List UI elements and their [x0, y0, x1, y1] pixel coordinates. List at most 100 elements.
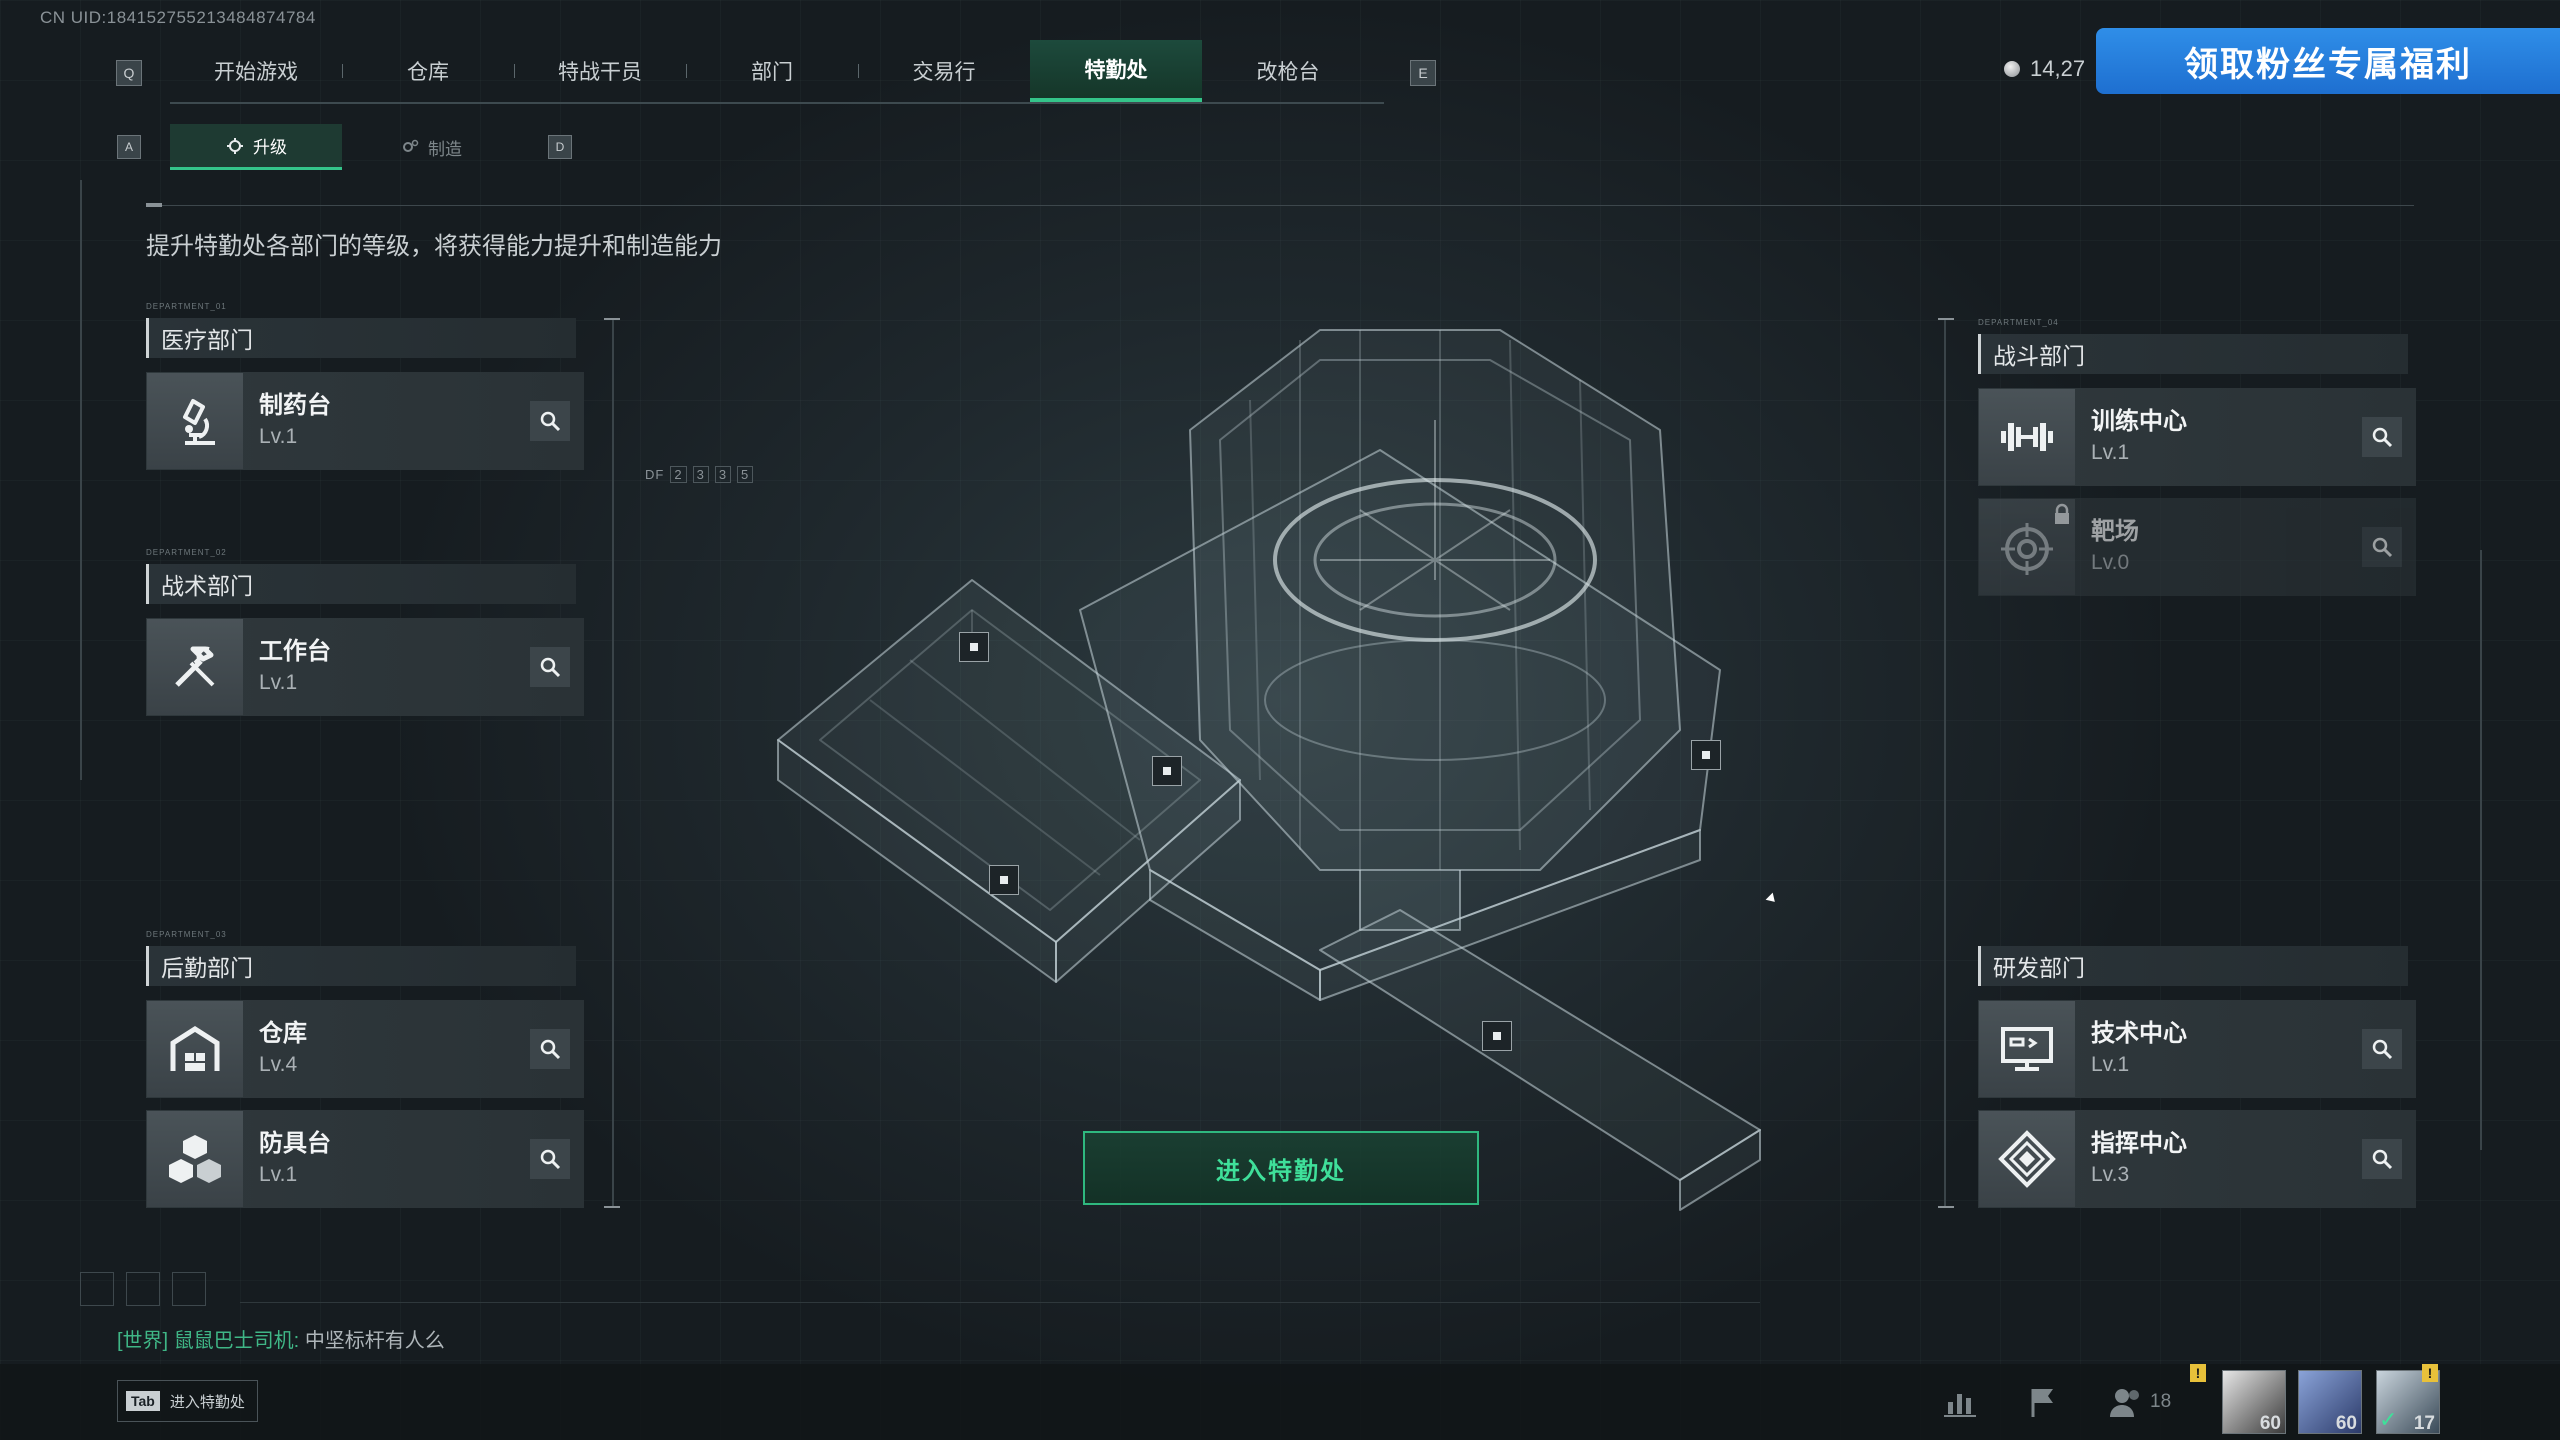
dept-tactical-title: 战术部门	[146, 564, 576, 604]
nav-prev-key[interactable]: Q	[116, 60, 142, 86]
tab-key: Tab	[126, 1391, 160, 1411]
dept-combat-tag: DEPARTMENT_04	[1978, 318, 2059, 327]
hammer-wrench-icon	[147, 619, 243, 715]
friends-button[interactable]: 18	[2108, 1380, 2198, 1424]
tab-shortcut-hint[interactable]: Tab 进入特勤处	[117, 1380, 258, 1422]
page-description: 提升特勤处各部门的等级，将获得能力提升和制造能力	[146, 233, 722, 260]
facility-workbench[interactable]: 工作台 Lv.1	[146, 618, 584, 716]
facility-tech-center[interactable]: 技术中心 Lv.1	[1978, 1000, 2416, 1098]
search-icon[interactable]	[530, 1139, 570, 1179]
tab-warehouse[interactable]: 仓库	[342, 40, 514, 102]
avatar-level: 60	[2335, 1413, 2357, 1434]
facility-name: 防具台	[259, 1130, 331, 1157]
flag-icon[interactable]	[2022, 1380, 2066, 1424]
warning-icon: !	[2422, 1364, 2438, 1382]
map-hotspot[interactable]	[1482, 1021, 1512, 1051]
world-chat-line[interactable]: [世界] 鼠鼠巴士司机: 中坚标杆有人么	[117, 1324, 445, 1353]
subtab-upgrade[interactable]: 升级	[170, 124, 342, 170]
facility-command-center[interactable]: 指挥中心 Lv.3	[1978, 1110, 2416, 1208]
stats-chart-icon[interactable]	[1938, 1380, 1982, 1424]
facility-level: Lv.1	[2091, 441, 2130, 464]
right-panel-line	[1944, 318, 1946, 1208]
check-icon: ✓	[2379, 1407, 2398, 1432]
facility-name: 训练中心	[2091, 408, 2187, 435]
facility-armor-bench[interactable]: 防具台 Lv.1	[146, 1110, 584, 1208]
squad-avatar-2[interactable]: 60	[2298, 1370, 2362, 1434]
right-bracket-bottom	[1938, 1206, 1954, 1208]
left-frame-line	[80, 180, 82, 780]
df-digit: 5	[737, 466, 754, 483]
promo-banner[interactable]: 领取粉丝专属福利	[2096, 28, 2560, 94]
map-hotspot[interactable]	[959, 632, 989, 662]
search-icon[interactable]	[2362, 1029, 2402, 1069]
map-hotspot[interactable]	[1152, 756, 1182, 786]
search-icon[interactable]	[2362, 417, 2402, 457]
base-wireframe-model	[777, 329, 1761, 1211]
player-uid: CN UID:184152755213484874784	[40, 8, 316, 27]
facility-warehouse[interactable]: 仓库 Lv.4	[146, 1000, 584, 1098]
tab-department[interactable]: 部门	[686, 40, 858, 102]
df-label: DF	[645, 467, 665, 482]
chat-message: 中坚标杆有人么	[304, 1330, 445, 1352]
df-readout: DF 2 3 3 5	[645, 466, 754, 483]
search-icon[interactable]	[2362, 527, 2402, 567]
warning-icon: !	[2190, 1364, 2206, 1382]
currency-value: 14,27	[2030, 56, 2086, 81]
subtab-craft-label: 制造	[428, 139, 462, 159]
monitor-icon	[1979, 1001, 2075, 1097]
facility-name: 靶场	[2091, 518, 2139, 545]
decor-square	[126, 1272, 160, 1306]
right-bracket-top	[1938, 318, 1954, 320]
nav-next-key[interactable]: E	[1410, 60, 1436, 86]
decor-square	[172, 1272, 206, 1306]
facility-level: Lv.4	[259, 1053, 298, 1076]
subtab-prev-key[interactable]: A	[117, 135, 141, 159]
enter-special-ops-button[interactable]: 进入特勤处	[1083, 1131, 1479, 1205]
armor-boxes-icon	[147, 1111, 243, 1207]
facility-name: 制药台	[259, 392, 331, 419]
search-icon[interactable]	[2362, 1139, 2402, 1179]
tab-gunsmith[interactable]: 改枪台	[1202, 40, 1374, 102]
df-digit: 2	[670, 466, 687, 483]
decor-squares	[80, 1272, 206, 1306]
facility-level: Lv.3	[2091, 1163, 2130, 1186]
dumbbell-icon	[1979, 389, 2075, 485]
tab-trade[interactable]: 交易行	[858, 40, 1030, 102]
facility-name: 工作台	[259, 638, 331, 665]
facility-training-center[interactable]: 训练中心 Lv.1	[1978, 388, 2416, 486]
search-icon[interactable]	[530, 1029, 570, 1069]
currency-display: 14,27	[2004, 56, 2085, 82]
microscope-icon	[147, 373, 243, 469]
chat-channel: [世界]	[117, 1330, 169, 1352]
dept-medical-tag: DEPARTMENT_01	[146, 302, 227, 311]
lock-icon	[2055, 503, 2069, 524]
search-icon[interactable]	[530, 401, 570, 441]
subtab-upgrade-label: 升级	[253, 138, 287, 157]
dept-logistics-tag: DEPARTMENT_03	[146, 930, 227, 939]
warehouse-icon	[147, 1001, 243, 1097]
facility-level: Lv.1	[2091, 1053, 2130, 1076]
search-icon[interactable]	[530, 647, 570, 687]
facility-pharmacy[interactable]: 制药台 Lv.1	[146, 372, 584, 470]
squad-avatar-1[interactable]: 60	[2222, 1370, 2286, 1434]
friends-count: 18	[2150, 1391, 2172, 1412]
avatar-level: 60	[2259, 1413, 2281, 1434]
subtab-next-key[interactable]: D	[548, 135, 572, 159]
left-bracket-bottom	[604, 1206, 620, 1208]
dept-combat-title: 战斗部门	[1978, 334, 2408, 374]
subtab-craft[interactable]: 制造	[345, 124, 517, 170]
command-emblem-icon	[1979, 1111, 2075, 1207]
divider	[146, 205, 2414, 206]
tab-special-ops[interactable]: 特勤处	[1030, 40, 1202, 102]
friends-icon	[2110, 1389, 2139, 1417]
facility-name: 仓库	[259, 1020, 307, 1047]
avatar-level: 17	[2413, 1413, 2435, 1434]
tab-operators[interactable]: 特战干员	[514, 40, 686, 102]
divider-mark	[146, 203, 162, 207]
map-hotspot[interactable]	[1691, 740, 1721, 770]
facility-shooting-range[interactable]: 靶场 Lv.0	[1978, 498, 2416, 596]
facility-level: Lv.0	[2091, 551, 2130, 574]
df-digit: 3	[692, 466, 709, 483]
map-hotspot[interactable]	[989, 865, 1019, 895]
tab-start-game[interactable]: 开始游戏	[170, 40, 342, 102]
